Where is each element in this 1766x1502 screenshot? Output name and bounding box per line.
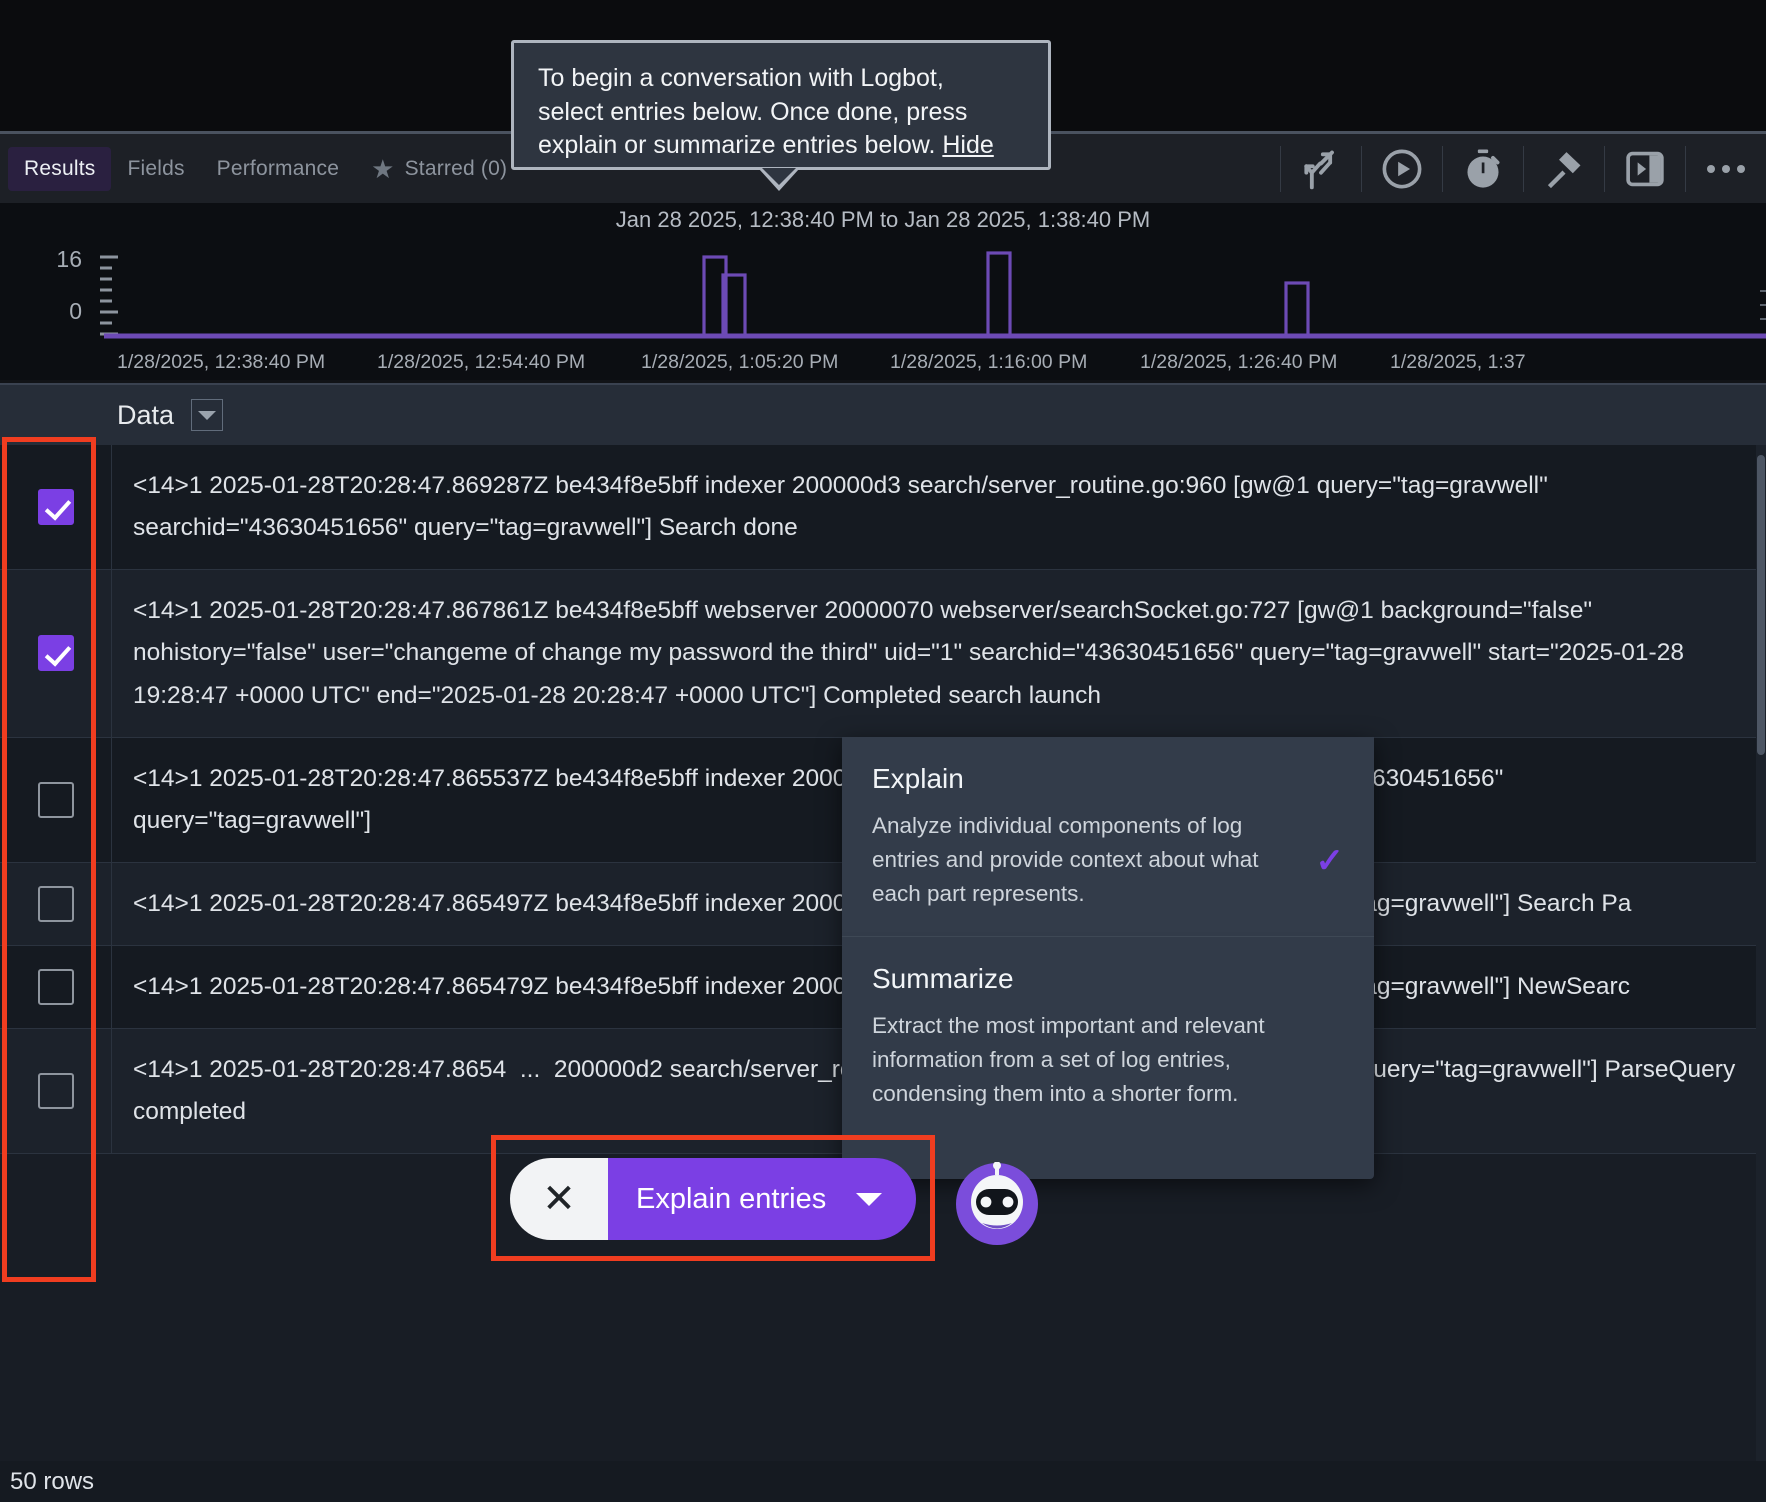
more-horizontal-icon[interactable] [1686, 133, 1766, 205]
row-checkbox[interactable] [37, 969, 74, 1006]
tab-fields-label: Fields [127, 156, 185, 180]
table-row[interactable]: <14>1 2025-01-28T20:28:47.867861Z be434f… [0, 570, 1766, 738]
row-checkbox[interactable] [37, 781, 74, 818]
tooltip-tail-inner [762, 168, 796, 185]
row-checkbox-cell[interactable] [0, 445, 112, 570]
chart-ytick-0: 0 [69, 298, 82, 324]
row-checkbox[interactable] [37, 489, 74, 526]
tab-starred-label: Starred (0) [404, 156, 508, 180]
row-checkbox-cell[interactable] [0, 862, 112, 945]
close-icon: ✕ [542, 1177, 576, 1221]
row-checkbox[interactable] [37, 1073, 74, 1110]
results-toolbar [1280, 134, 1766, 203]
tab-results-label: Results [24, 156, 96, 180]
chart-title: Jan 28 2025, 12:38:40 PM to Jan 28 2025,… [615, 207, 1151, 232]
chart-canvas: 16 0 [56, 246, 1766, 339]
chart-xtick-1: 1/28/2025, 12:54:40 PM [377, 351, 586, 373]
menu-item-explain-description: Analyze individual components of log ent… [872, 813, 1259, 906]
explain-entries-fab[interactable]: ✕ Explain entries [510, 1158, 917, 1240]
hammer-icon[interactable] [1524, 133, 1604, 205]
hide-tooltip-link[interactable]: Hide [942, 131, 993, 159]
chevron-down-icon[interactable] [191, 399, 224, 431]
logbot-avatar[interactable] [955, 1162, 1039, 1246]
explain-entries-button[interactable]: Explain entries [608, 1158, 917, 1240]
logbot-action-menu[interactable]: Explain Analyze individual components of… [842, 737, 1374, 1179]
chart-xtick-0: 1/28/2025, 12:38:40 PM [117, 351, 326, 373]
tab-results[interactable]: Results [8, 146, 112, 191]
log-entry-text: <14>1 2025-01-28T20:28:47.867861Z be434f… [133, 597, 1691, 709]
menu-item-summarize-description: Extract the most important and relevant … [872, 1013, 1265, 1106]
chevron-down-glyph [198, 410, 217, 420]
chart-xtick-5: 1/28/2025, 1:37 [1390, 351, 1526, 373]
panel-right-icon[interactable] [1605, 133, 1685, 205]
results-scrollbar-thumb[interactable] [1757, 455, 1765, 755]
row-checkbox-cell[interactable] [0, 737, 112, 862]
chart-xtick-2: 1/28/2025, 1:05:20 PM [641, 351, 839, 373]
star-icon: ★ [371, 153, 395, 184]
app-root: Results Fields Performance ★ Starred (0) [0, 0, 1766, 1502]
tab-performance[interactable]: Performance [201, 147, 355, 191]
explain-entries-label: Explain entries [636, 1182, 827, 1215]
row-checkbox-cell[interactable] [0, 570, 112, 737]
row-checkbox-cell[interactable] [0, 1029, 112, 1154]
play-circle-icon[interactable] [1362, 133, 1442, 205]
results-footer: 50 rows [0, 1461, 1766, 1502]
menu-item-explain[interactable]: Explain Analyze individual components of… [842, 737, 1374, 933]
tab-fields[interactable]: Fields [111, 147, 200, 191]
chart-xtick-3: 1/28/2025, 1:16:00 PM [890, 351, 1088, 373]
row-checkbox[interactable] [37, 885, 74, 922]
close-button[interactable]: ✕ [510, 1158, 608, 1240]
data-column-label: Data [117, 399, 175, 430]
table-row[interactable]: <14>1 2025-01-28T20:28:47.869287Z be434f… [0, 445, 1766, 571]
timeline-chart: Jan 28 2025, 12:38:40 PM to Jan 28 2025,… [0, 203, 1766, 380]
tab-starred[interactable]: ★ Starred (0) [355, 147, 523, 191]
row-count-label: 50 rows [10, 1467, 95, 1495]
tooltip-line-2: select entries below. Once done, press [538, 97, 968, 126]
check-icon: ✓ [1315, 842, 1345, 880]
logbot-intro-tooltip: To begin a conversation with Logbot, sel… [511, 40, 1051, 170]
data-column-header: Data [0, 383, 1766, 445]
tooltip-line-3: explain or summarize entries below. [538, 131, 943, 159]
chart-ytick-16: 16 [56, 246, 82, 272]
menu-item-summarize[interactable]: Summarize Extract the most important and… [842, 937, 1374, 1132]
chart-xtick-4: 1/28/2025, 1:26:40 PM [1140, 351, 1338, 373]
row-checkbox-cell[interactable] [0, 946, 112, 1029]
chart-xaxis-labels: 1/28/2025, 12:38:40 PM 1/28/2025, 12:54:… [0, 351, 1766, 381]
tab-performance-label: Performance [216, 156, 340, 180]
branch-icon[interactable] [1281, 133, 1361, 205]
menu-item-explain-title: Explain [872, 763, 964, 794]
tooltip-line-1: To begin a conversation with Logbot, [538, 64, 944, 92]
row-checkbox[interactable] [37, 635, 74, 672]
stopwatch-icon[interactable] [1443, 133, 1523, 205]
menu-item-summarize-title: Summarize [872, 963, 1014, 995]
chevron-down-icon[interactable] [856, 1192, 883, 1206]
log-entry-text: <14>1 2025-01-28T20:28:47.869287Z be434f… [133, 472, 1555, 542]
